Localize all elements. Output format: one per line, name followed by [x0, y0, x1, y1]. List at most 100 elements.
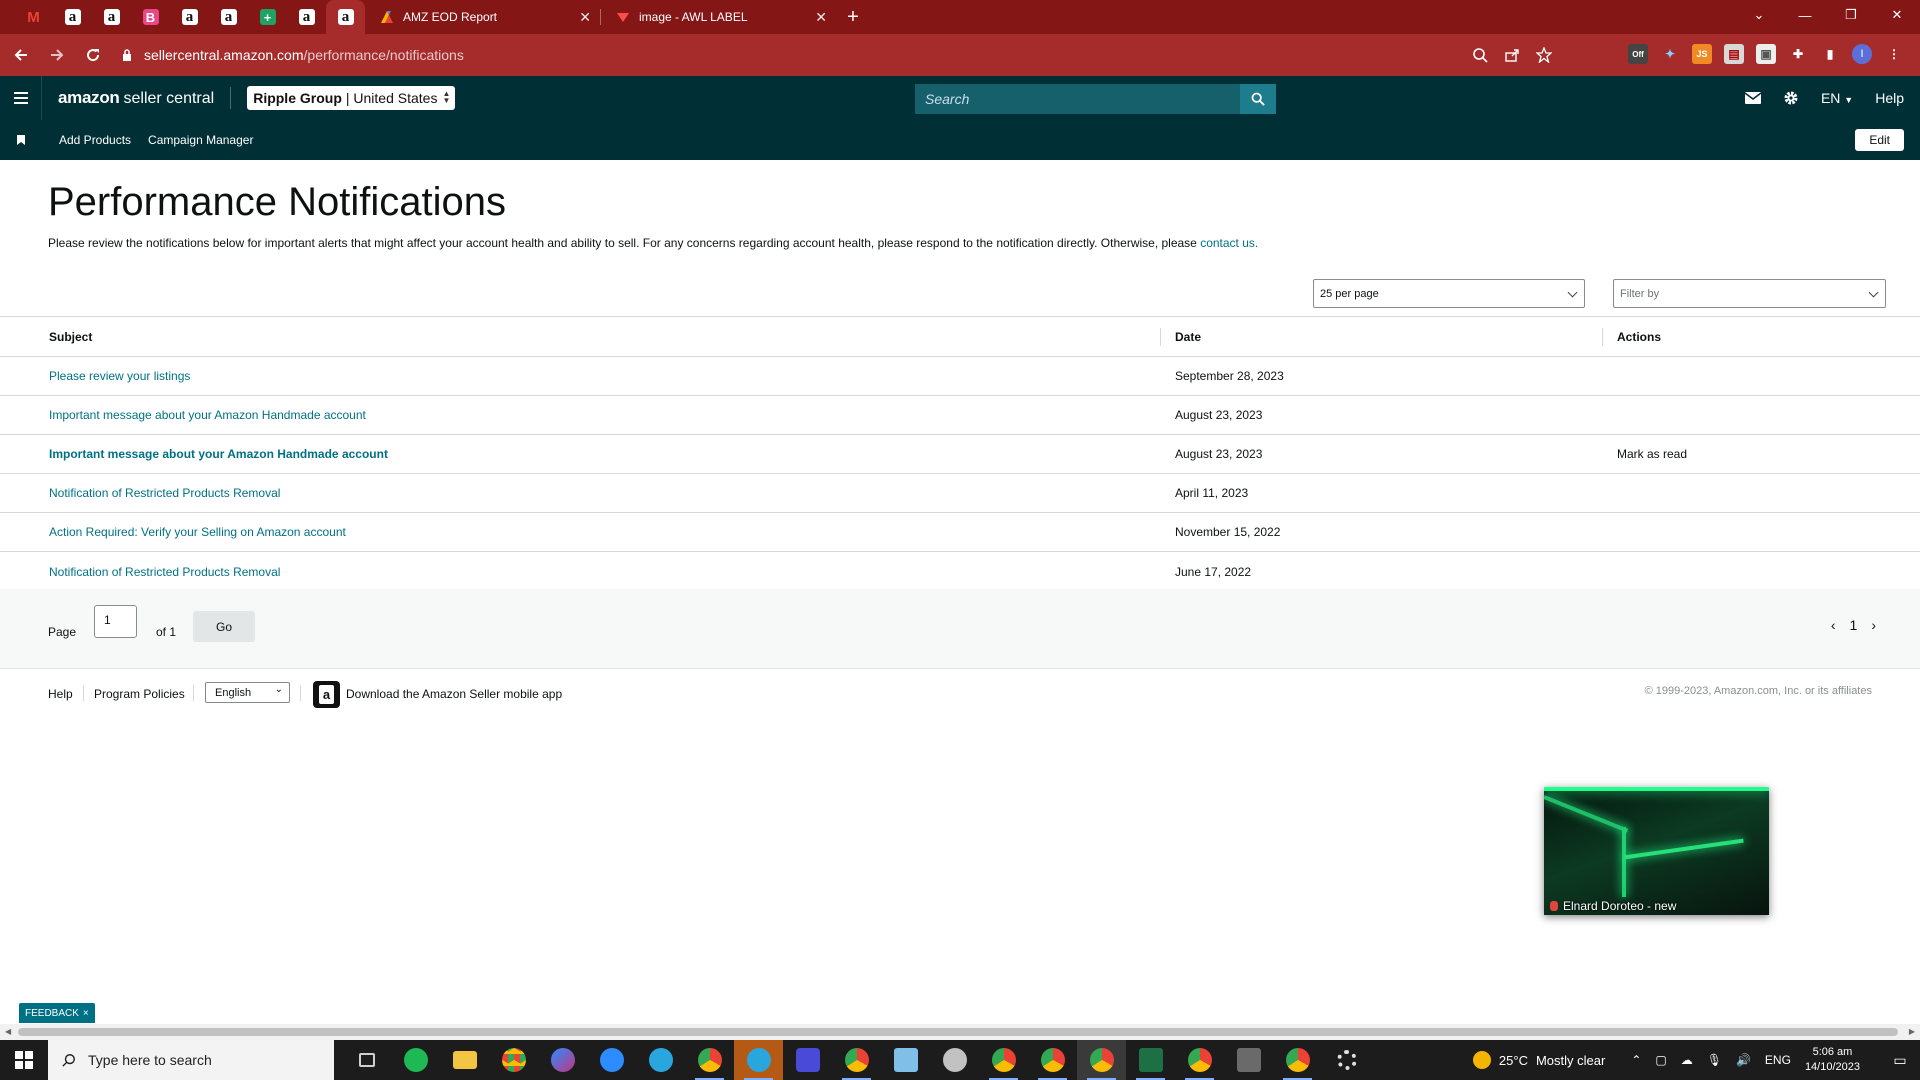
taskbar-clock[interactable]: 5:06 am 14/10/2023	[1805, 1045, 1860, 1075]
scroll-left-icon[interactable]: ◀	[5, 1027, 11, 1036]
scrollbar-thumb[interactable]	[18, 1028, 1898, 1036]
back-button[interactable]	[6, 40, 36, 70]
taskbar-app-photo[interactable]	[930, 1040, 979, 1080]
video-call-preview[interactable]: Elnard Doroteo - new	[1544, 787, 1769, 915]
meet-now-icon[interactable]: ▢	[1655, 1053, 1666, 1067]
taskbar-app-chrome-4[interactable]	[1175, 1040, 1224, 1080]
taskbar-app-chrome-profile[interactable]	[685, 1040, 734, 1080]
kebab-menu-icon[interactable]: ⋮	[1884, 44, 1904, 64]
forward-button[interactable]	[42, 40, 72, 70]
taskbar-app-calculator[interactable]	[1224, 1040, 1273, 1080]
share-icon[interactable]	[1504, 47, 1520, 63]
zoom-icon[interactable]	[1472, 47, 1488, 63]
search-button[interactable]	[1240, 84, 1276, 114]
taskbar-app-chrome-2[interactable]	[1028, 1040, 1077, 1080]
taskbar-app-spotify[interactable]	[391, 1040, 440, 1080]
pinned-tab-sheets[interactable]: +	[248, 0, 287, 34]
close-icon[interactable]: ✕	[579, 9, 591, 26]
language-selector[interactable]: EN ▼	[1821, 90, 1853, 106]
horizontal-scrollbar[interactable]: ◀ ▶	[0, 1024, 1920, 1040]
taskbar-app-blue[interactable]	[783, 1040, 832, 1080]
notification-subject-link[interactable]: Notification of Restricted Products Remo…	[49, 486, 280, 500]
chevron-left-icon[interactable]: ‹	[1831, 617, 1836, 633]
chevron-right-icon[interactable]: ›	[1871, 617, 1876, 633]
input-language[interactable]: ENG	[1765, 1053, 1791, 1067]
task-view-button[interactable]	[342, 1040, 391, 1080]
account-switcher[interactable]: Ripple Group | United States ▲ ▼	[247, 86, 456, 110]
volume-icon[interactable]: 🔊	[1736, 1053, 1751, 1067]
notification-subject-link[interactable]: Important message about your Amazon Hand…	[49, 408, 366, 422]
notification-subject-link-unread[interactable]: Important message about your Amazon Hand…	[49, 447, 388, 461]
pinned-tab-amazon[interactable]: a	[209, 0, 248, 34]
pinned-tab-amazon[interactable]: a	[92, 0, 131, 34]
start-button[interactable]	[0, 1040, 48, 1080]
taskbar-app-chrome-profile-2[interactable]	[832, 1040, 881, 1080]
taskbar-app-chrome-3[interactable]	[1077, 1040, 1126, 1080]
taskbar-app-file-explorer[interactable]	[440, 1040, 489, 1080]
mail-icon[interactable]	[1744, 92, 1761, 104]
notification-center-icon[interactable]: ▭	[1880, 1040, 1920, 1080]
taskbar-app-excel[interactable]	[1126, 1040, 1175, 1080]
reload-button[interactable]	[78, 40, 108, 70]
tab-search-icon[interactable]: ⌄	[1736, 0, 1782, 30]
minimize-button[interactable]: —	[1782, 0, 1828, 30]
notification-subject-link[interactable]: Action Required: Verify your Selling on …	[49, 525, 346, 539]
pinned-tab-amazon-active[interactable]: a	[326, 0, 365, 34]
taskbar-app-messenger[interactable]	[538, 1040, 587, 1080]
taskbar-app-chrome-5[interactable]	[1273, 1040, 1322, 1080]
current-page-number[interactable]: 1	[1850, 617, 1858, 633]
pinned-tab-amazon[interactable]: a	[287, 0, 326, 34]
taskbar-app-chrome[interactable]	[489, 1040, 538, 1080]
edit-button[interactable]: Edit	[1855, 129, 1904, 151]
contact-us-link[interactable]: contact us.	[1200, 236, 1258, 250]
go-button[interactable]: Go	[193, 611, 255, 642]
profile-avatar[interactable]: I	[1852, 44, 1872, 64]
taskbar-app-telegram[interactable]	[636, 1040, 685, 1080]
bookmark-star-icon[interactable]	[1536, 47, 1552, 63]
taskbar-app-settings[interactable]	[1322, 1040, 1371, 1080]
pinned-tab-b[interactable]: B	[131, 0, 170, 34]
close-icon[interactable]: ✕	[815, 9, 827, 26]
hamburger-menu-icon[interactable]	[0, 76, 42, 120]
seller-app-icon[interactable]: a	[313, 681, 340, 708]
puzzle-icon[interactable]: ✚	[1788, 44, 1808, 64]
taskbar-app-zoom[interactable]	[587, 1040, 636, 1080]
pinned-tab-amazon[interactable]: a	[53, 0, 92, 34]
close-icon[interactable]: ×	[83, 1008, 89, 1019]
mark-as-read-link[interactable]: Mark as read	[1617, 447, 1687, 461]
tab-amz-eod-report[interactable]: AMZ EOD Report ✕	[365, 0, 601, 34]
onedrive-icon[interactable]: ☁	[1681, 1053, 1693, 1067]
tab-image-awl-label[interactable]: image - AWL LABEL ✕	[601, 0, 837, 34]
help-link[interactable]: Help	[1875, 90, 1904, 106]
restore-button[interactable]: ❐	[1828, 0, 1874, 30]
bookmark-icon[interactable]	[0, 135, 42, 145]
extension-picture-icon[interactable]: ▣	[1756, 44, 1776, 64]
pinned-tab-gmail[interactable]: M	[14, 0, 53, 34]
extension-js-icon[interactable]: JS	[1692, 44, 1712, 64]
taskbar-app-notepad[interactable]	[881, 1040, 930, 1080]
weather-widget[interactable]: 25°C Mostly clear	[1472, 1051, 1605, 1069]
page-number-input[interactable]: 1	[94, 605, 137, 638]
taskbar-search[interactable]: Type here to search	[48, 1040, 334, 1080]
notification-subject-link[interactable]: Please review your listings	[49, 369, 190, 383]
notification-subject-link[interactable]: Notification of Restricted Products Remo…	[49, 565, 280, 579]
taskbar-app-chrome-profile-3[interactable]	[979, 1040, 1028, 1080]
microphone-icon[interactable]: 🎙	[1707, 1053, 1722, 1067]
chevron-up-icon[interactable]: ⌃	[1631, 1053, 1641, 1067]
scroll-right-icon[interactable]: ▶	[1909, 1027, 1915, 1036]
header-date[interactable]: Date	[1175, 330, 1201, 344]
filter-select[interactable]: Filter by	[1613, 279, 1886, 308]
taskbar-app-telegram-active[interactable]	[734, 1040, 783, 1080]
download-app-link[interactable]: Download the Amazon Seller mobile app	[346, 687, 562, 701]
sidepanel-icon[interactable]: ▮	[1820, 44, 1840, 64]
feedback-button[interactable]: FEEDBACK ×	[19, 1003, 95, 1023]
per-page-select[interactable]: 25 per page	[1313, 279, 1585, 308]
subnav-add-products[interactable]: Add Products	[59, 133, 131, 147]
search-input[interactable]: Search	[915, 84, 1240, 114]
extension-star-icon[interactable]: ✦	[1660, 44, 1680, 64]
new-tab-button[interactable]: +	[837, 0, 869, 34]
footer-program-policies-link[interactable]: Program Policies	[94, 687, 185, 701]
footer-language-select[interactable]: English ⌄	[205, 682, 290, 703]
seller-central-logo[interactable]: amazon seller central	[58, 87, 232, 109]
extension-image-icon[interactable]: ▤	[1724, 44, 1744, 64]
